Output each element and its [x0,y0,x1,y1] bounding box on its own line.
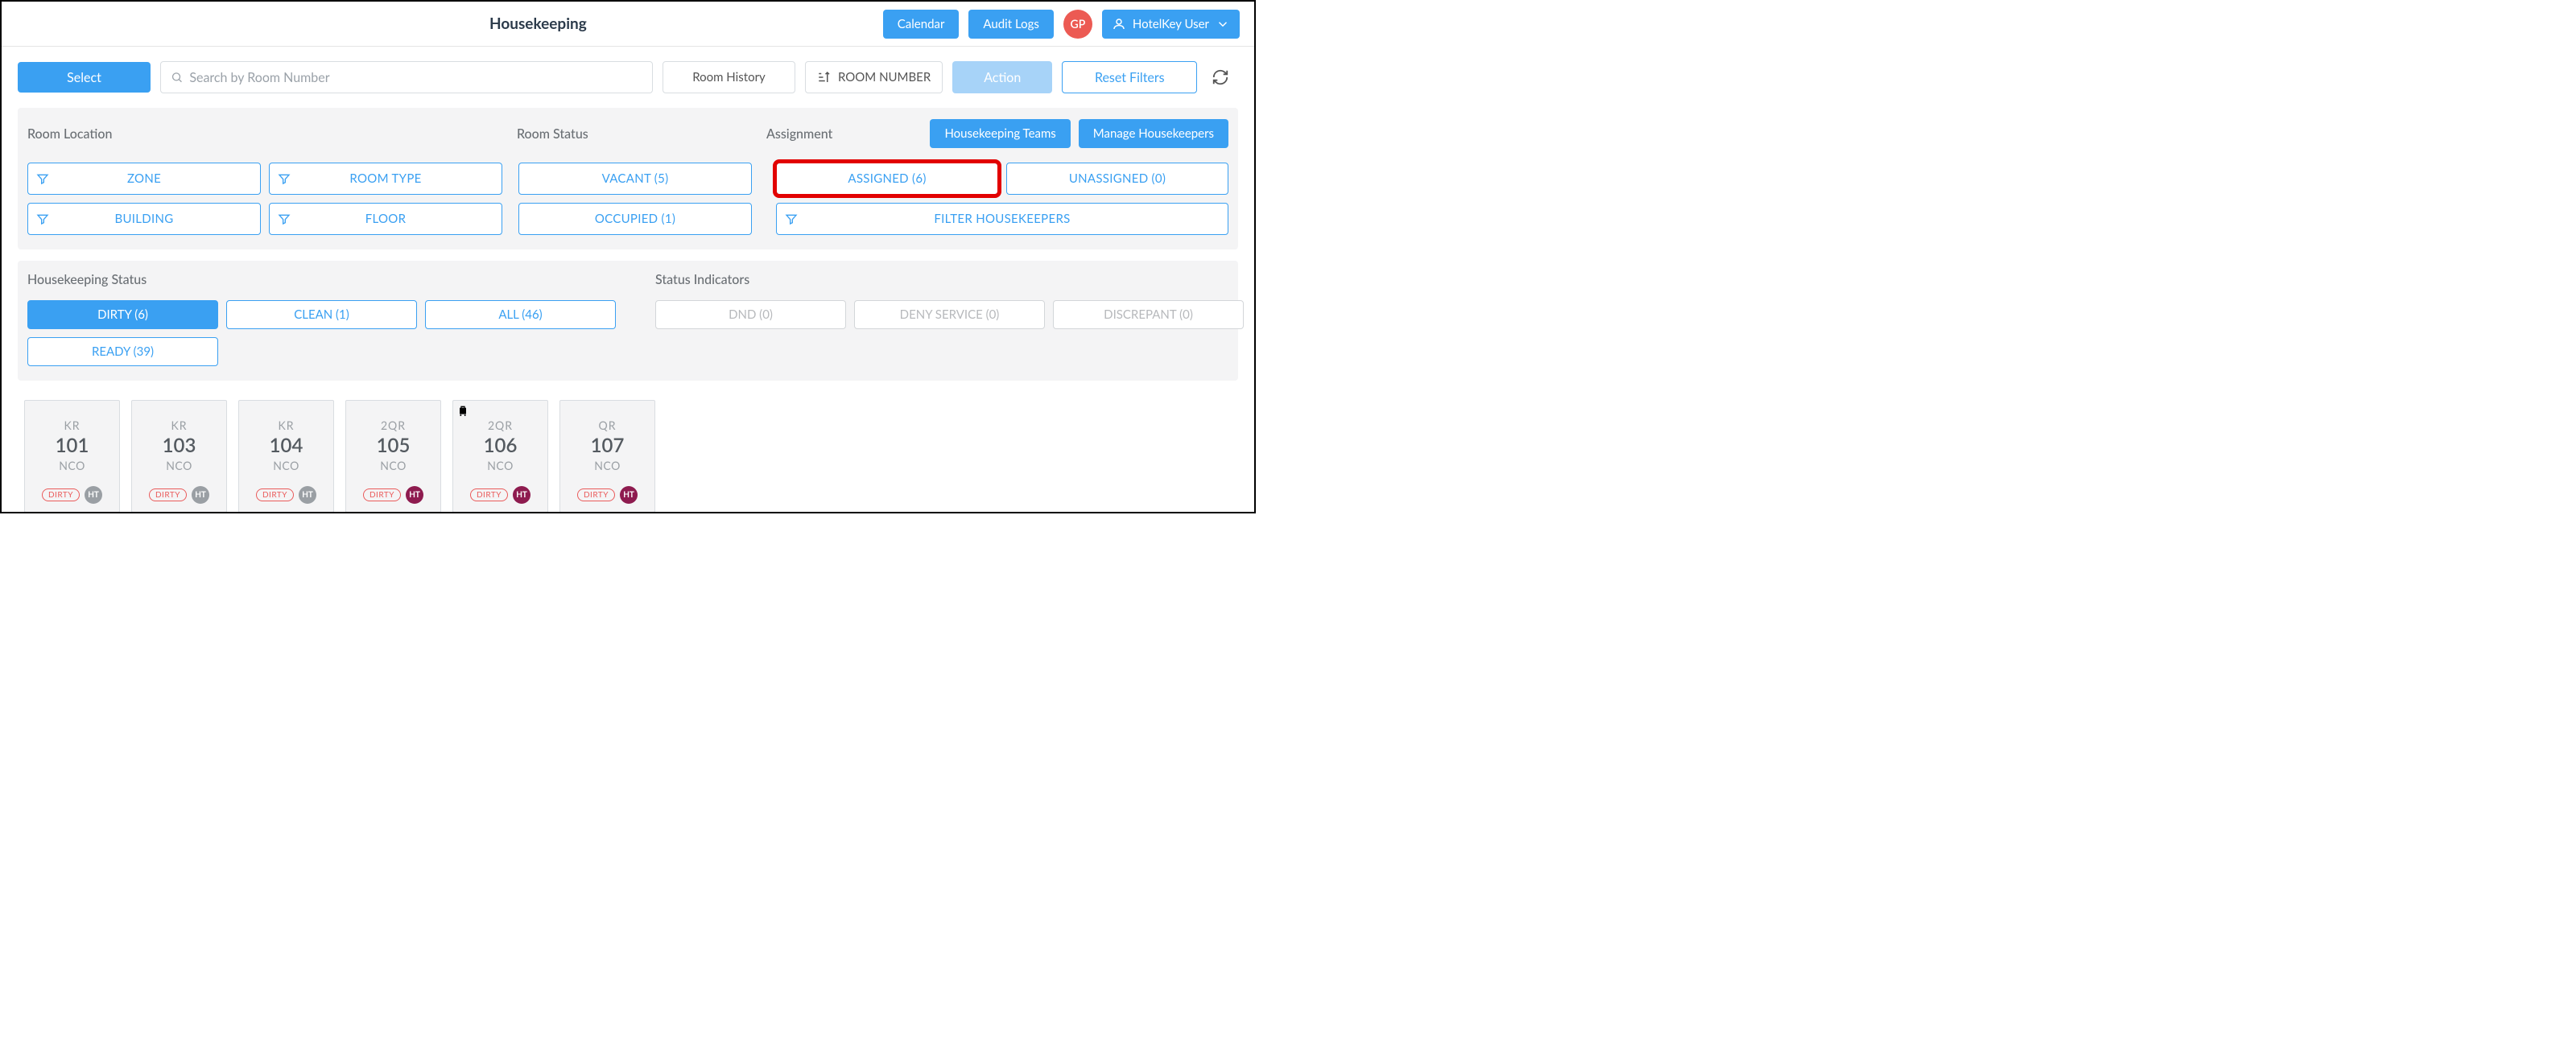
clean-status[interactable]: CLEAN (1) [226,300,417,329]
sort-icon [817,70,832,84]
dnd-indicator[interactable]: DND (0) [655,300,846,329]
funnel-icon [785,212,798,225]
ready-status[interactable]: READY (39) [27,337,218,366]
room-card[interactable]: QR 107 NCO DIRTY HT [559,400,655,513]
room-sub: NCO [59,459,85,472]
zone-filter-label: ZONE [127,171,161,186]
room-card[interactable]: KR 104 NCO DIRTY HT [238,400,334,513]
chevron-down-icon [1216,17,1230,31]
room-dirty-tag: DIRTY [577,488,615,501]
room-type-filter-label: ROOM TYPE [349,171,421,186]
filter-housekeepers[interactable]: FILTER HOUSEKEEPERS [776,203,1228,235]
avatar[interactable]: GP [1063,10,1092,39]
funnel-icon [278,172,291,185]
room-location-label: Room Location [27,126,517,142]
assignment-label: Assignment [766,126,930,142]
all-status[interactable]: ALL (46) [425,300,616,329]
room-history-button[interactable]: Room History [663,61,795,93]
room-card[interactable]: KR 101 NCO DIRTY HT [24,400,120,513]
page-title: Housekeeping [105,14,972,33]
zone-filter[interactable]: ZONE [27,163,261,195]
room-sub: NCO [594,459,621,472]
luggage-icon [456,404,469,417]
user-menu[interactable]: HotelKey User [1102,10,1240,39]
room-type-label: KR [64,418,80,432]
room-dirty-tag: DIRTY [42,488,80,501]
housekeeper-badge: HT [620,486,638,504]
unassigned-filter-label: UNASSIGNED (0) [1069,171,1166,186]
sort-label: ROOM NUMBER [838,70,931,84]
floor-filter[interactable]: FLOOR [269,203,502,235]
building-filter[interactable]: BUILDING [27,203,261,235]
floor-filter-label: FLOOR [365,212,407,226]
audit-logs-button[interactable]: Audit Logs [968,10,1053,39]
room-type-filter[interactable]: ROOM TYPE [269,163,502,195]
filter-housekeepers-label: FILTER HOUSEKEEPERS [934,212,1070,226]
room-dirty-tag: DIRTY [256,488,294,501]
manage-housekeepers-button[interactable]: Manage Housekeepers [1079,119,1228,148]
housekeeper-badge: HT [513,486,530,504]
deny-indicator[interactable]: DENY SERVICE (0) [854,300,1045,329]
housekeeper-badge: HT [406,486,423,504]
room-number: 105 [377,434,411,457]
building-filter-label: BUILDING [114,212,173,226]
room-number: 101 [56,434,89,457]
user-icon [1112,17,1126,31]
room-number: 107 [591,434,625,457]
room-card[interactable]: 2QR 105 NCO DIRTY HT [345,400,441,513]
search-input[interactable] [189,70,642,85]
room-card[interactable]: 2QR 106 NCO DIRTY HT [452,400,548,513]
occupied-filter-label: OCCUPIED (1) [595,212,675,226]
select-button[interactable]: Select [18,62,151,93]
vacant-filter-label: VACANT (5) [602,171,669,186]
action-button[interactable]: Action [952,61,1052,93]
refresh-icon[interactable] [1212,68,1229,86]
assigned-filter-label: ASSIGNED (6) [848,171,926,186]
status-indicators-label: Status Indicators [655,272,1244,287]
room-type-label: QR [599,418,617,432]
search-input-wrap[interactable] [160,61,653,93]
funnel-icon [36,172,49,185]
room-number: 104 [270,434,303,457]
unassigned-filter[interactable]: UNASSIGNED (0) [1006,163,1228,195]
room-card[interactable]: KR 103 NCO DIRTY HT [131,400,227,513]
vacant-filter[interactable]: VACANT (5) [518,163,752,195]
room-sub: NCO [380,459,407,472]
room-sub: NCO [166,459,192,472]
room-number: 106 [484,434,518,457]
reset-filters-button[interactable]: Reset Filters [1062,61,1197,93]
room-status-label: Room Status [517,126,766,142]
assigned-filter[interactable]: ASSIGNED (6) [776,163,998,195]
housekeeper-badge: HT [192,486,209,504]
room-type-label: 2QR [381,418,406,432]
room-type-label: KR [278,418,294,432]
room-sub: NCO [487,459,514,472]
room-type-label: 2QR [488,418,513,432]
room-number: 103 [163,434,196,457]
housekeeping-teams-button[interactable]: Housekeeping Teams [930,119,1070,148]
discrepant-indicator[interactable]: DISCREPANT (0) [1053,300,1244,329]
funnel-icon [278,212,291,225]
room-type-label: KR [171,418,187,432]
room-sub: NCO [273,459,299,472]
housekeeper-badge: HT [85,486,102,504]
housekeeper-badge: HT [299,486,316,504]
user-name: HotelKey User [1133,17,1209,31]
room-dirty-tag: DIRTY [470,488,508,501]
occupied-filter[interactable]: OCCUPIED (1) [518,203,752,235]
hk-status-label: Housekeeping Status [27,272,655,287]
funnel-icon [36,212,49,225]
room-dirty-tag: DIRTY [149,488,187,501]
search-icon [171,71,183,84]
dirty-status[interactable]: DIRTY (6) [27,300,218,329]
sort-button[interactable]: ROOM NUMBER [805,61,943,93]
room-dirty-tag: DIRTY [363,488,401,501]
